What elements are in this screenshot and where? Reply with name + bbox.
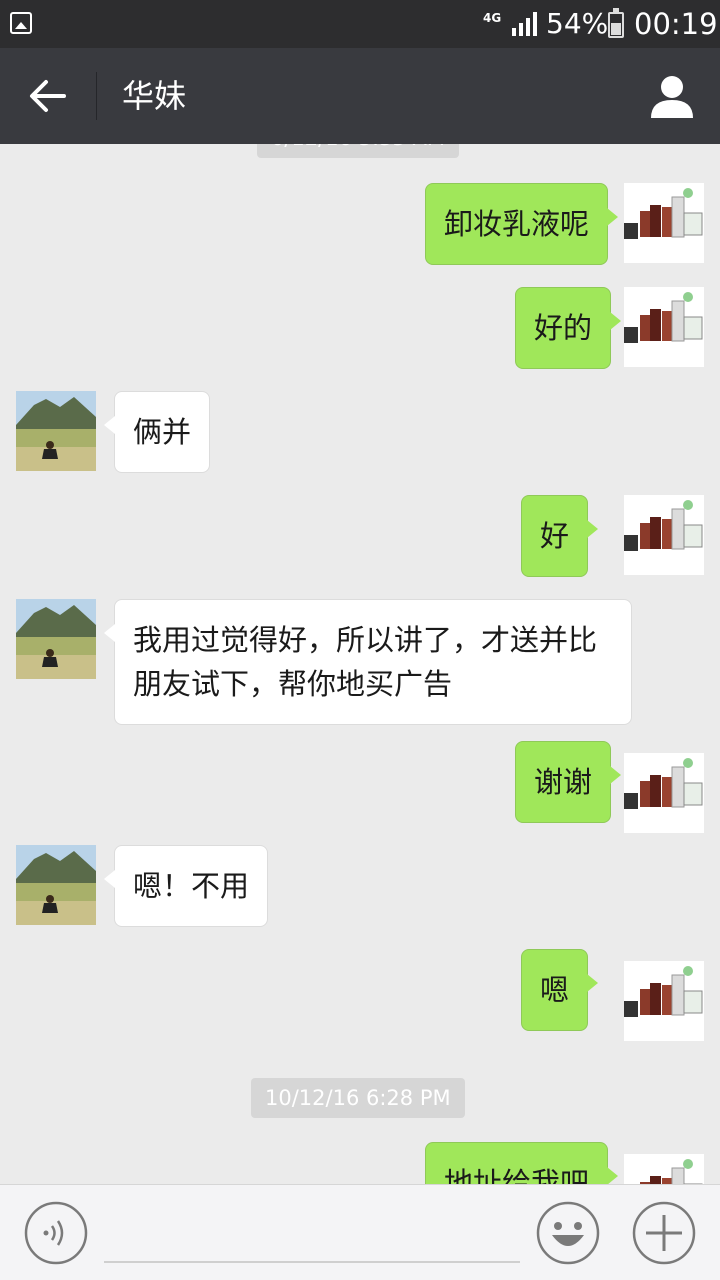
header-divider xyxy=(96,72,97,120)
chat-header: 华妹 xyxy=(0,48,720,144)
my-avatar[interactable] xyxy=(624,495,704,575)
my-avatar[interactable] xyxy=(624,1154,704,1184)
message-list[interactable]: 0/12/16 5:55 AM 卸妆乳液呢 好的 俩并 好 xyxy=(0,144,720,1184)
back-arrow-icon[interactable] xyxy=(28,78,68,114)
contact-avatar[interactable] xyxy=(16,845,96,925)
message-bubble-outgoing[interactable]: 地址给我吧 xyxy=(425,1142,619,1184)
timestamp: 10/12/16 6:28 PM xyxy=(251,1078,465,1118)
message-bubble-outgoing[interactable]: 嗯 xyxy=(521,949,599,1031)
image-icon xyxy=(10,12,32,34)
status-bar: 4G 54% 00:19 xyxy=(0,0,720,48)
message-bubble-incoming[interactable]: 俩并 xyxy=(103,391,211,473)
contact-avatar[interactable] xyxy=(16,599,96,679)
my-avatar[interactable] xyxy=(624,753,704,833)
contact-avatar[interactable] xyxy=(16,391,96,471)
message-bubble-outgoing[interactable]: 谢谢 xyxy=(515,741,622,823)
input-bar xyxy=(0,1184,720,1280)
message-bubble-outgoing[interactable]: 好 xyxy=(521,495,599,577)
timestamp: 0/12/16 5:55 AM xyxy=(257,144,459,158)
plus-icon[interactable] xyxy=(632,1201,696,1265)
clock: 00:19 xyxy=(634,7,718,41)
message-bubble-outgoing[interactable]: 卸妆乳液呢 xyxy=(425,183,619,265)
message-input[interactable] xyxy=(104,1205,520,1263)
signal-icon xyxy=(512,12,537,36)
message-bubble-incoming[interactable]: 嗯！不用 xyxy=(103,845,269,927)
battery-percent: 54% xyxy=(546,7,609,40)
my-avatar[interactable] xyxy=(624,287,704,367)
contact-name: 华妹 xyxy=(122,77,187,115)
message-bubble-incoming[interactable]: 我用过觉得好，所以讲了，才送并比朋友试下，帮你地买广告 xyxy=(104,599,632,725)
my-avatar[interactable] xyxy=(624,961,704,1041)
emoji-icon[interactable] xyxy=(536,1201,600,1265)
network-type: 4G xyxy=(483,11,502,25)
profile-icon[interactable] xyxy=(648,72,696,120)
voice-icon[interactable] xyxy=(24,1201,88,1265)
my-avatar[interactable] xyxy=(624,183,704,263)
message-bubble-outgoing[interactable]: 好的 xyxy=(515,287,622,369)
battery-icon xyxy=(608,8,624,38)
